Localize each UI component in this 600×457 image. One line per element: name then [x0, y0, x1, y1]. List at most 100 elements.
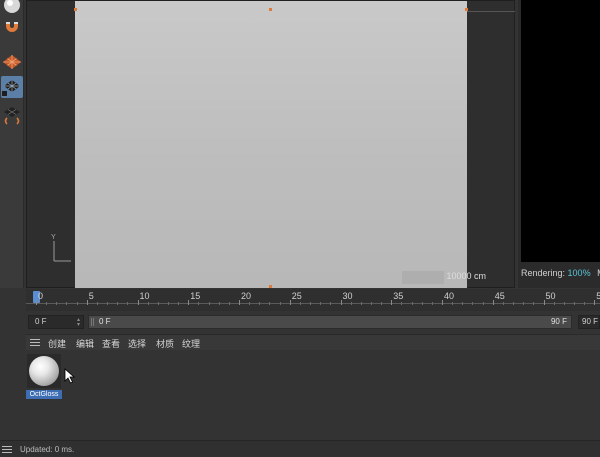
timeline-minor-tick [482, 302, 484, 305]
timeline-tick-label: 40 [444, 291, 455, 301]
timeline-minor-tick [259, 302, 261, 305]
status-bar: Updated: 0 ms. [0, 440, 600, 457]
render-status: Rendering: 100% Ms [521, 268, 600, 278]
timeline-tick-label: 55 [596, 291, 600, 301]
material-sphere-preview [29, 356, 59, 386]
frame-marker [269, 285, 272, 288]
menu-create[interactable]: 创建 [48, 337, 66, 350]
timeline-tick-label: 30 [342, 291, 353, 301]
timeline-minor-tick [147, 302, 149, 305]
timeline-minor-tick [249, 302, 251, 305]
axis-y-label: Y [51, 234, 56, 241]
timeline-minor-tick [533, 302, 535, 305]
render-region[interactable] [74, 1, 468, 288]
spinner-icon[interactable]: ▴ ▾ [77, 317, 80, 328]
range-grip-icon[interactable] [91, 318, 94, 326]
menu-material[interactable]: 材质 [156, 337, 174, 350]
timeline-major-tick [594, 300, 596, 305]
range-slider-start: 0 F [99, 317, 111, 326]
timeline-minor-tick [117, 302, 119, 305]
timeline-minor-tick [431, 302, 433, 305]
sphere-tool-icon[interactable] [1, 0, 23, 16]
timeline-minor-tick [330, 302, 332, 305]
timeline-tick-label: 5 [88, 291, 94, 301]
axis-gizmo: Y [49, 234, 73, 265]
timeline-minor-tick [584, 302, 586, 305]
timeline-minor-tick [157, 302, 159, 305]
render-status-label: Rendering: [521, 268, 566, 278]
material-thumbnail[interactable] [27, 354, 61, 388]
timeline-minor-tick [401, 302, 403, 305]
timeline-major-tick [492, 300, 494, 305]
timeline-major-tick [36, 300, 37, 305]
timeline-tick-label: 0 [38, 291, 44, 301]
menu-view[interactable]: 查看 [102, 337, 120, 350]
status-text: Updated: 0 ms. [20, 445, 75, 454]
timeline-minor-tick [56, 302, 58, 305]
timeline-minor-tick [66, 302, 68, 305]
timeline-major-tick [289, 300, 291, 305]
viewport-divider [467, 11, 515, 12]
frame-marker [269, 8, 272, 11]
timeline-minor-tick [502, 302, 504, 305]
timeline-tick-label: 10 [139, 291, 150, 301]
timeline-major-tick [188, 300, 190, 305]
timeline-tick-label: 35 [393, 291, 404, 301]
timeline-minor-tick [46, 302, 48, 305]
editor-viewport[interactable]: Y 10000 cm [26, 0, 515, 288]
timeline-tick-label: 25 [291, 291, 302, 301]
scale-bar [402, 271, 444, 284]
cinema4d-window: Y 10000 cm Rendering: 100% Ms 0 5 10 15 20 25… [0, 0, 600, 457]
scale-label: 10000 cm [446, 271, 486, 281]
render-preview[interactable] [521, 0, 600, 262]
timeline-major-tick [391, 300, 393, 305]
timeline-minor-tick [178, 302, 180, 305]
timeline-minor-tick [370, 302, 372, 305]
timeline-minor-tick [279, 302, 281, 305]
mouse-cursor-icon [64, 368, 76, 384]
timeline-major-tick [239, 300, 240, 305]
material-manager-area[interactable]: OctGloss [26, 350, 600, 438]
texture-grid-icon[interactable] [1, 52, 23, 74]
timeline-minor-tick [228, 302, 230, 305]
timeline-minor-tick [310, 302, 312, 305]
menu-select[interactable]: 选择 [128, 337, 146, 350]
timeline-minor-tick [320, 302, 322, 305]
timeline-minor-tick [523, 302, 525, 305]
timeline-major-tick [86, 300, 88, 305]
frame-range-slider[interactable]: 0 F 90 F [88, 315, 572, 329]
timeline-minor-tick [198, 302, 200, 305]
menu-texture[interactable]: 纹理 [182, 337, 200, 350]
timeline-major-tick [340, 300, 342, 305]
status-menu-icon[interactable] [2, 446, 12, 454]
start-frame-value: 0 F [35, 317, 47, 326]
timeline-ruler[interactable]: 0 5 10 15 20 25 30 35 40 45 50 55 [26, 289, 600, 311]
timeline-tick-label: 15 [190, 291, 201, 301]
menu-hamburger-icon[interactable] [30, 339, 40, 347]
end-frame-field[interactable]: 90 F [578, 315, 600, 329]
timeline-major-tick [543, 300, 545, 305]
timeline-minor-tick [573, 302, 575, 305]
start-frame-field[interactable]: 0 F ▴ ▾ [28, 315, 84, 329]
timeline-minor-tick [350, 302, 352, 305]
timeline-minor-tick [381, 302, 383, 305]
symmetry-grid-icon[interactable] [1, 104, 23, 126]
timeline-minor-tick [513, 302, 515, 305]
range-slider-end: 90 F [550, 317, 567, 326]
material-item[interactable]: OctGloss [26, 354, 62, 400]
timeline-minor-tick [127, 302, 129, 305]
timeline-minor-tick [218, 302, 220, 305]
magnet-icon[interactable] [1, 18, 23, 40]
left-toolbar [0, 0, 24, 288]
timeline-minor-tick [421, 302, 423, 305]
timeline-minor-tick [411, 302, 413, 305]
timeline-minor-tick [472, 302, 474, 305]
timeline-minor-tick [360, 302, 362, 305]
render-percent: 100% [567, 268, 591, 278]
menu-edit[interactable]: 编辑 [76, 337, 94, 350]
material-name[interactable]: OctGloss [26, 390, 62, 399]
timeline-minor-tick [208, 302, 210, 305]
frame-marker [74, 8, 77, 11]
model-grid-icon[interactable] [1, 76, 23, 98]
timeline-minor-tick [563, 302, 565, 305]
